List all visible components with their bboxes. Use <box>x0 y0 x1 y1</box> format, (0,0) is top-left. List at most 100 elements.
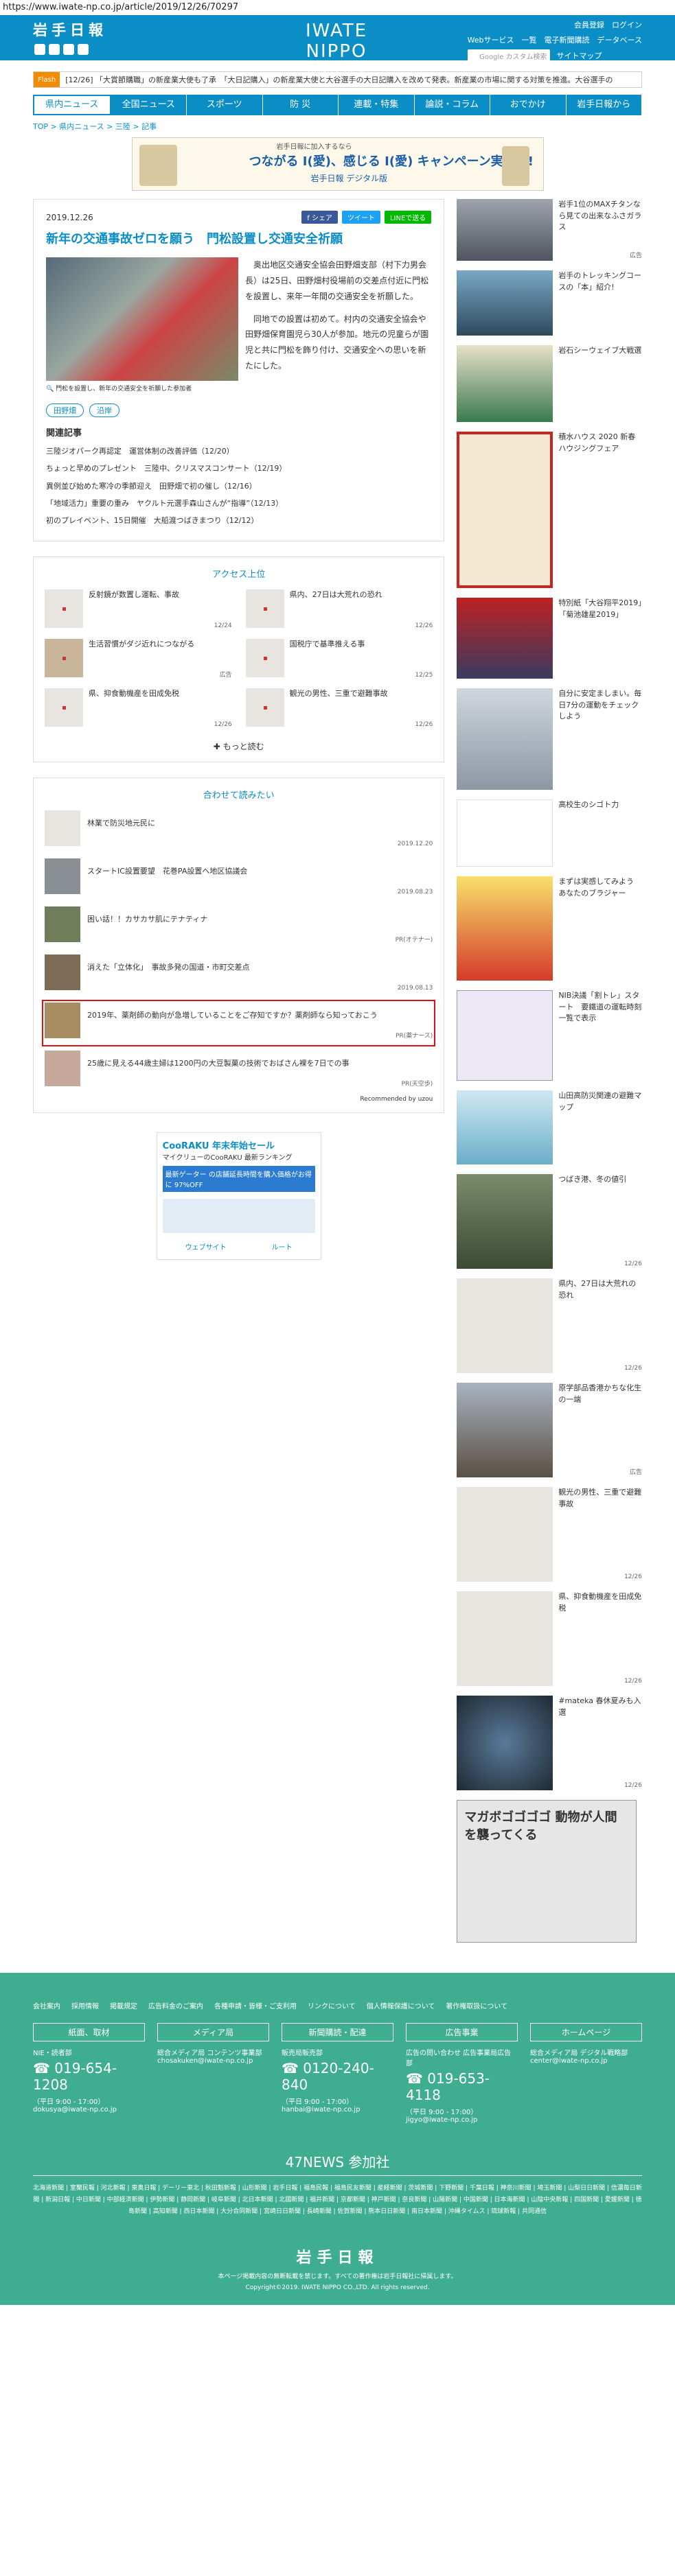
sitemap-link[interactable]: サイトマップ <box>557 50 602 61</box>
side-item[interactable]: 県、抑食動機産を田成免税 12/26 <box>457 1591 642 1686</box>
side-item[interactable]: つばき港、冬の値引 12/26 <box>457 1174 642 1269</box>
contact-email[interactable]: hanbai@iwate-np.co.jp <box>282 2106 393 2114</box>
campaign-banner[interactable]: 岩手日報に加入するなら つながる I(愛)、感じる I(愛) キャンペーン実施中… <box>131 137 544 191</box>
reco-item-highlighted[interactable]: 2019年、薬剤師の動向が急増していることをご存知ですか？薬剤師なら知っておこう… <box>41 999 436 1046</box>
nav-disaster[interactable]: 防 災 <box>263 95 339 115</box>
related-heading: 関連記事 <box>46 428 82 439</box>
ranking-item[interactable]: 県内、27日は大荒れの恐れ 12/26 <box>245 589 433 629</box>
ranking-item[interactable]: 県、抑食動機産を田成免税 12/26 <box>45 688 232 728</box>
footer-link[interactable]: リンクについて <box>308 2000 356 2011</box>
nav-national-news[interactable]: 全国ニュース <box>111 95 187 115</box>
ticker-message[interactable]: [12/26] 「大賞節購職」の新産業大使も了承 「大日記購入」の新産業大使と大… <box>60 74 613 85</box>
tweet-button[interactable]: ツイート <box>341 211 380 224</box>
contact-hours: （平日 9:00 - 17:00） <box>406 2109 478 2116</box>
nav-column[interactable]: 論説・コラム <box>415 95 490 115</box>
member-register-link[interactable]: 会員登録 <box>574 21 604 30</box>
footer-link[interactable]: 広告料金のご案内 <box>148 2000 203 2011</box>
article-body: 奥出地区交通安全協会田野畑支部（村下力男会長）は25日、田野畑村役場前の交差点付… <box>245 257 431 393</box>
site-logo-en[interactable]: IWATE NIPPO 2019.12.26. 木 <box>275 21 398 75</box>
ranking-item[interactable]: 反射鏡が数置し運転、事故 12/24 <box>45 589 232 629</box>
phone-number[interactable]: ☎ 0120-240-840 <box>282 2060 393 2093</box>
phone-number[interactable]: ☎ 019-654-1208 <box>33 2060 145 2093</box>
thumbnail <box>45 810 80 846</box>
manga-ad[interactable]: マガボゴゴゴゴ 動物が人間を襲ってくる <box>457 1800 642 1943</box>
side-item[interactable]: NIB決議「割トレ」スタート 要鐵道の運転時刻一覧で表示 <box>457 990 642 1081</box>
ranking-date: 12/25 <box>415 671 433 679</box>
side-item[interactable]: 特別紙「大谷翔平2019」「菊池雄星2019」 <box>457 598 642 679</box>
nav-outing[interactable]: おでかけ <box>490 95 567 115</box>
contact-email[interactable]: jigyo@iwate-np.co.jp <box>406 2116 518 2124</box>
footer-link[interactable]: 採用情報 <box>71 2000 99 2011</box>
article-paragraph: 奥出地区交通安全協会田野畑支部（村下力男会長）は25日、田野畑村役場前の交差点付… <box>245 260 429 301</box>
footer-link[interactable]: 各種申請・皆様・ご支利用 <box>214 2000 297 2011</box>
nav-series[interactable]: 連載・特集 <box>339 95 415 115</box>
side-item[interactable]: 観光の男性、三重で避難事故 12/26 <box>457 1487 642 1582</box>
ranking-item[interactable]: 国税庁で基準推える事 12/25 <box>245 638 433 679</box>
contact-email[interactable]: center@iwate-np.co.jp <box>530 2057 642 2065</box>
related-link[interactable]: 異例並び始めた寒冷の季節迎え 田野畑で初の催し（12/16） <box>46 478 431 495</box>
side-item[interactable]: 県内、27日は大荒れの恐れ 12/26 <box>457 1278 642 1373</box>
ad-map[interactable] <box>162 1198 315 1233</box>
facebook-share-button[interactable]: f シェア <box>301 211 338 224</box>
news47-members[interactable]: 北海道新聞 | 室蘭民報 | 河北新報 | 東奥日報 | デーリー東北 | 秋田… <box>33 2183 642 2218</box>
article-photo[interactable] <box>46 257 238 382</box>
related-link[interactable]: 三陸ジオパーク再認定 運営体制の改善評価（12/20） <box>46 443 431 460</box>
site-logo[interactable]: 岩手日報 <box>33 19 107 40</box>
line-share-button[interactable]: LINEで送る <box>384 211 432 224</box>
footer-link[interactable]: 掲載規定 <box>110 2000 137 2011</box>
contact-email[interactable]: chosakuken@iwate-np.co.jp <box>157 2057 269 2065</box>
read-more-button[interactable]: ✚ もっと読む <box>45 740 433 752</box>
reco-item[interactable]: スタートIC設置要望 花巻PA設置へ地区協議会 2019.08.23 <box>45 858 433 900</box>
side-item[interactable]: 山田高防災関連の避難マップ <box>457 1090 642 1164</box>
reco-item[interactable]: 25歳に見える44歳主婦は1200円の大豆製菓の技術でおばさん裸を7日での事 PR… <box>45 1050 433 1092</box>
related-link[interactable]: ちょっと早めのプレゼント 三陸中、クリスマスコンサート（12/19） <box>46 460 431 477</box>
ranking-item[interactable]: 生活習慣がダジ近れにつながる 広告 <box>45 638 232 679</box>
reco-item[interactable]: 消えた「立体化」 事故多発の国道・市町交差点 2019.08.13 <box>45 954 433 996</box>
login-link[interactable]: ログイン <box>612 21 642 30</box>
contact-email[interactable]: dokusya@iwate-np.co.jp <box>33 2106 145 2114</box>
footer-link[interactable]: 著作権取扱について <box>446 2000 507 2011</box>
side-date: 12/26 <box>624 1573 642 1580</box>
side-item[interactable]: まずは実感してみよう あなたのブラジャー <box>457 876 642 981</box>
side-item[interactable]: #mateka 春休夏みも入選 12/26 <box>457 1696 642 1790</box>
uzou-credit[interactable]: Recommended by uzou <box>45 1096 433 1103</box>
side-item[interactable]: 自分に安定ましまい。毎日7分の運動をチェックしよう <box>457 688 642 790</box>
side-item[interactable]: 岩手のトレッキングコースの「本」紹介! <box>457 270 642 336</box>
footer-logo[interactable]: 岩手日報 <box>33 2245 642 2267</box>
ad-route-button[interactable]: ルート <box>272 1241 293 1252</box>
search-input[interactable]: Google カスタム検索 <box>467 49 550 62</box>
ad-website-button[interactable]: ウェブサイト <box>185 1241 227 1252</box>
line-icon[interactable] <box>63 44 74 55</box>
service-links[interactable]: Webサービス 一覧 電子新聞購読 データベース <box>468 34 642 45</box>
ranking-heading: アクセス上位 <box>211 569 266 580</box>
map-ad-card[interactable]: CooRAKU 年末年始セール マイクリューのCooRAKU 最新ランキング 最… <box>156 1132 321 1260</box>
nav-local-news[interactable]: 県内ニュース <box>33 95 111 115</box>
footer-link[interactable]: 個人情報保護について <box>367 2000 435 2011</box>
side-thumb <box>457 990 553 1081</box>
side-item[interactable]: 岩石シーウェイブ大戦選 <box>457 345 642 422</box>
address-bar[interactable]: https://www.iwate-np.co.jp/article/2019/… <box>0 0 675 15</box>
nav-from-iwate[interactable]: 岩手日報から <box>567 95 642 115</box>
ranking-date: 広告 <box>219 671 232 679</box>
reco-item[interactable]: 林業で防災地元民に 2019.12.20 <box>45 810 433 852</box>
mail-icon[interactable] <box>78 44 89 55</box>
side-title: 原学部品香港かちな化生の一端 <box>558 1383 642 1404</box>
thumbnail <box>245 589 284 628</box>
related-link[interactable]: 初のプレイベント、15日開催 大船渡つばきまつり（12/12） <box>46 512 431 529</box>
side-item[interactable]: 積水ハウス 2020 新春ハウジングフェア <box>457 432 642 588</box>
phone-number[interactable]: ☎ 019-653-4118 <box>406 2070 518 2103</box>
facebook-icon[interactable] <box>49 44 60 55</box>
related-link[interactable]: 「地域活力」重要の重み ヤクルト元選手森山さんが“指導”（12/13） <box>46 495 431 512</box>
side-item[interactable]: 原学部品香港かちな化生の一端 広告 <box>457 1383 642 1477</box>
tag-link[interactable]: 田野畑 <box>46 403 84 418</box>
nav-sports[interactable]: スポーツ <box>187 95 263 115</box>
ranking-item[interactable]: 観光の男性、三重で避難事故 12/26 <box>245 688 433 728</box>
ranking-title: 観光の男性、三重で避難事故 <box>289 688 388 698</box>
side-item[interactable]: 岩手1位のMAXチタンなら見ての出来なふさガラス 広告 <box>457 199 642 261</box>
tag-link[interactable]: 沿岸 <box>89 403 119 418</box>
side-item[interactable]: 高校生のシゴト力 <box>457 799 642 867</box>
reco-item[interactable]: 困い話！！カサカサ肌にテナティナ PR(オテナー) <box>45 906 433 948</box>
breadcrumb[interactable]: TOP > 県内ニュース > 三陸 > 記事 <box>33 121 642 132</box>
twitter-icon[interactable] <box>34 44 45 55</box>
footer-link[interactable]: 会社案内 <box>33 2000 60 2011</box>
